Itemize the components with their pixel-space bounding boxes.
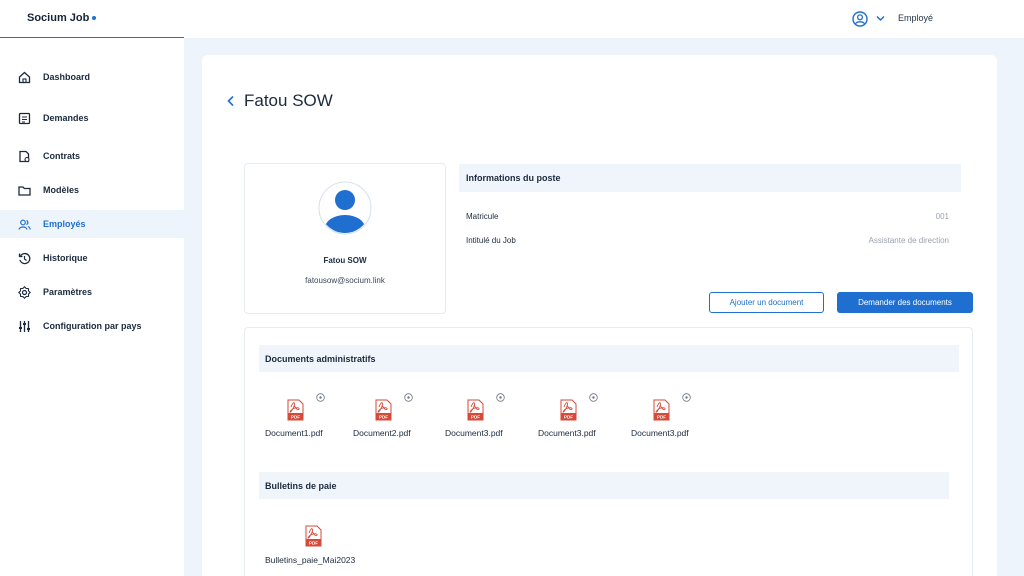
sliders-icon [19,320,30,332]
svg-text:PDF: PDF [471,414,480,419]
job-info-header: Informations du poste [459,164,961,192]
svg-text:PDF: PDF [657,414,666,419]
payslip-file-name: Bulletins_paie_Mai2023 [265,555,356,565]
sidebar-item-label: Configuration par pays [43,321,142,331]
history-icon [18,252,31,264]
job-info-title: Informations du poste [466,173,561,183]
sidebar-item-dashboard[interactable]: Dashboard [0,63,184,91]
folder-icon [18,185,31,196]
matricule-value: 001 [935,212,949,221]
document-file-name: Document3.pdf [445,428,503,438]
payslips-title: Bulletins de paie [265,481,337,491]
job-title-value: Assistante de direction [868,236,950,245]
job-title-label: Intitulé du Job [466,236,516,245]
user-circle-icon[interactable] [852,11,868,27]
download-icon[interactable] [589,393,598,402]
payslips-header: Bulletins de paie [259,472,949,499]
sidebar-item-configuration[interactable]: Configuration par pays [0,312,184,340]
sidebar-item-parametres[interactable]: Paramètres [0,278,184,306]
sidebar-item-label: Dashboard [43,72,91,82]
matricule-label: Matricule [466,212,499,221]
role-label[interactable]: Employé [898,13,933,23]
sidebar-item-label: Paramètres [43,287,93,297]
sidebar-item-contrats[interactable]: Contrats [0,142,184,170]
svg-text:PDF: PDF [379,414,388,419]
document-file[interactable]: PDF Document3.pdf [538,393,618,443]
users-icon [18,219,31,230]
profile-email: fatousow@socium.link [305,276,385,285]
sidebar-item-label: Employés [43,219,86,229]
document-file[interactable]: PDF Document1.pdf [265,393,345,443]
sidebar-item-historique[interactable]: Historique [0,244,184,272]
pdf-icon: PDF [287,399,304,421]
gear-icon [18,285,31,299]
svg-text:PDF: PDF [291,414,300,419]
download-icon[interactable] [682,393,691,402]
sidebar: Dashboard Demandes Contrats Modèles Empl… [0,38,184,576]
admin-documents-header: Documents administratifs [259,345,959,372]
document-file-name: Document2.pdf [353,428,411,438]
profile-name: Fatou SOW [323,256,367,265]
svg-text:PDF: PDF [309,540,318,545]
sidebar-item-demandes[interactable]: Demandes [0,104,184,132]
download-icon[interactable] [404,393,413,402]
document-file[interactable]: PDF Document3.pdf [445,393,525,443]
svg-text:PDF: PDF [564,414,573,419]
download-icon[interactable] [496,393,505,402]
sidebar-item-modeles[interactable]: Modèles [0,176,184,204]
admin-documents-title: Documents administratifs [265,354,376,364]
brand-dot [92,16,97,21]
chevron-down-icon[interactable] [876,15,885,22]
page-title: Fatou SOW [244,91,333,110]
home-icon [18,71,31,83]
download-icon[interactable] [316,393,325,402]
document-file-name: Document1.pdf [265,428,323,438]
document-icon [18,112,31,124]
brand-name: Socium Job [27,12,90,24]
pdf-icon: PDF [560,399,577,421]
pdf-icon: PDF [375,399,392,421]
pdf-icon: PDF [305,525,322,547]
pdf-icon: PDF [467,399,484,421]
sidebar-item-label: Modèles [43,185,80,195]
top-bar: Socium Job Employé [0,0,1024,38]
document-file-name: Document3.pdf [631,428,689,438]
avatar [318,181,372,235]
brand-logo[interactable]: Socium Job [27,12,97,24]
back-chevron-icon[interactable] [226,95,236,107]
document-file[interactable]: PDF Document2.pdf [353,393,433,443]
document-file[interactable]: PDF Document3.pdf [631,393,711,443]
sidebar-item-label: Demandes [43,113,89,123]
payslip-file[interactable]: PDF Bulletins_paie_Mai2023 [265,525,355,575]
sidebar-item-employes[interactable]: Employés [0,210,184,238]
request-documents-button[interactable]: Demander des documents [837,292,973,313]
add-document-button[interactable]: Ajouter un document [709,292,824,313]
pdf-icon: PDF [653,399,670,421]
sidebar-item-label: Contrats [43,151,81,161]
document-file-name: Document3.pdf [538,428,596,438]
sidebar-item-label: Historique [43,253,88,263]
contract-icon [19,150,30,162]
